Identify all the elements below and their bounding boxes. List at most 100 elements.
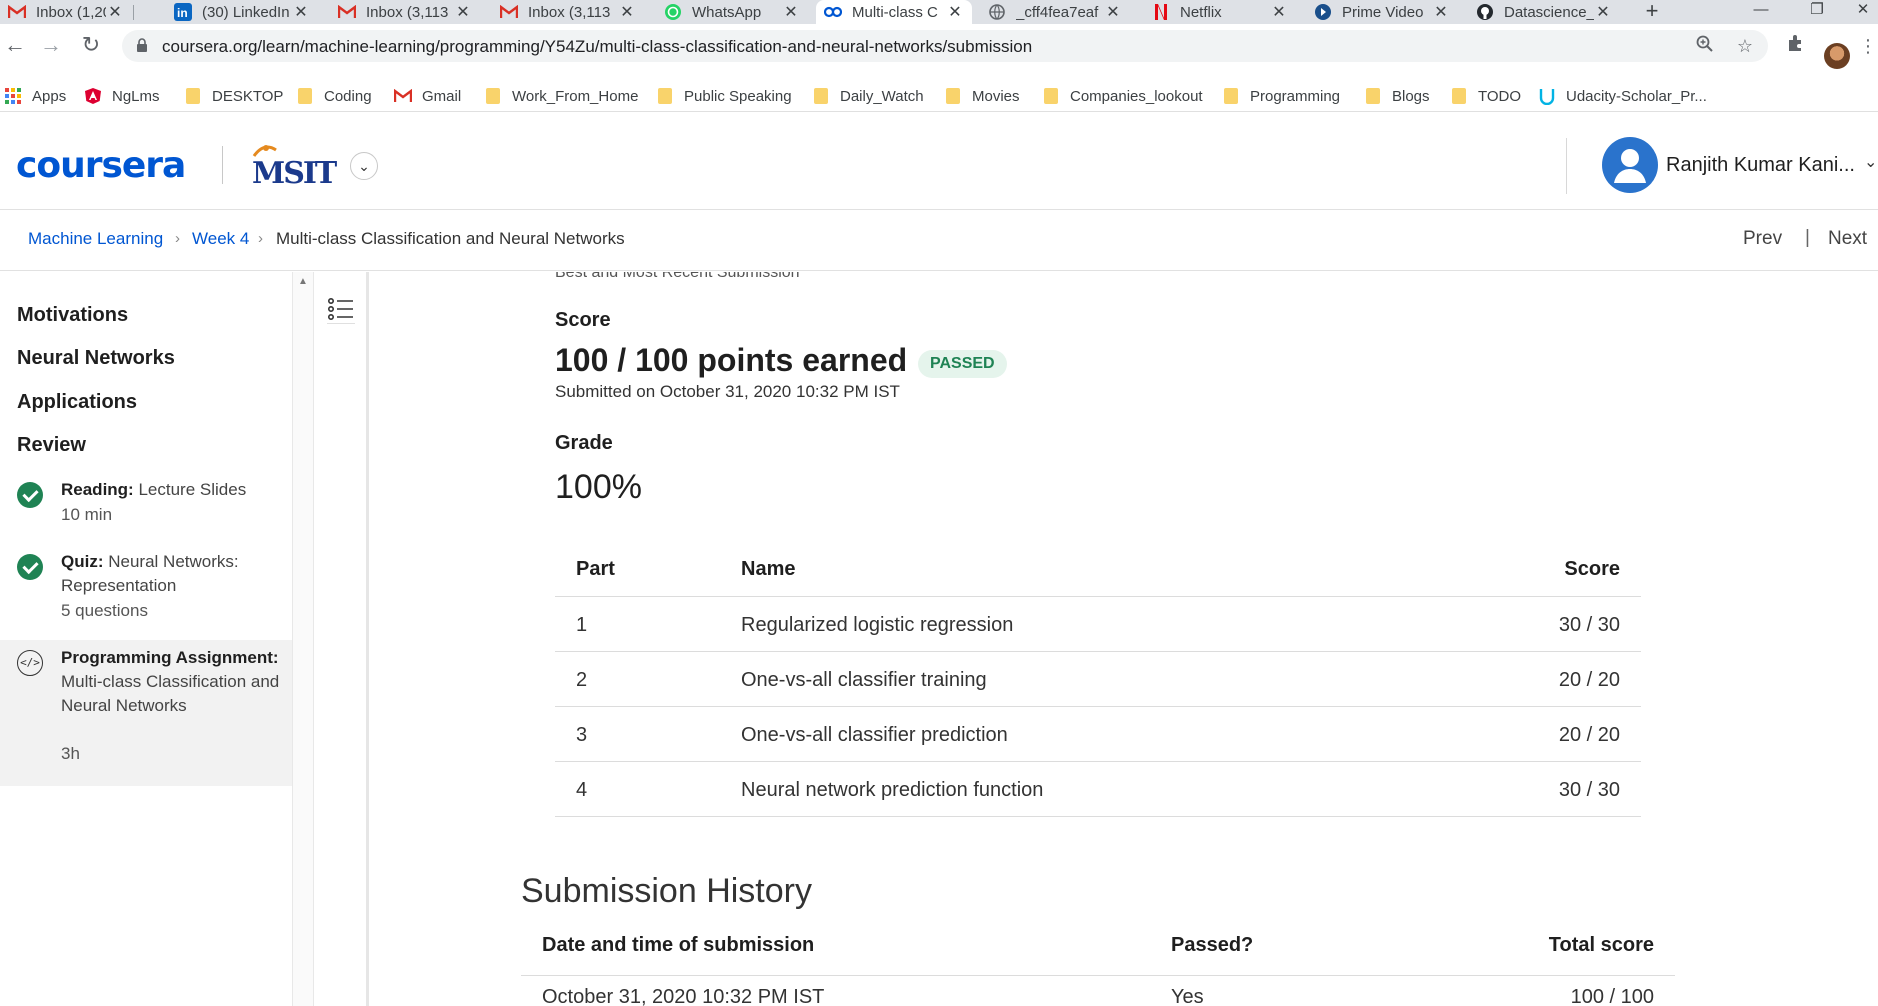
user-avatar[interactable] xyxy=(1602,137,1658,193)
close-icon[interactable]: ✕ xyxy=(618,2,636,22)
column-header: Passed? xyxy=(1171,934,1254,956)
close-icon[interactable]: ✕ xyxy=(1270,2,1288,22)
bookmark-companies-lookout[interactable]: Companies_lookout xyxy=(1044,84,1203,108)
browser-menu-icon[interactable]: ⋮ xyxy=(1858,34,1878,58)
user-name[interactable]: Ranjith Kumar Kani... xyxy=(1666,154,1855,177)
bookmark-nglms[interactable]: NgLms xyxy=(84,84,160,108)
partner-logo[interactable]: MSIT xyxy=(252,142,337,191)
extensions-icon[interactable] xyxy=(1783,34,1807,58)
browser-tab[interactable]: Inbox (3,113 ✕ xyxy=(330,0,480,24)
browser-tab[interactable]: Datascience_ ✕ xyxy=(1468,0,1620,24)
submission-passed: Yes xyxy=(1171,986,1204,1006)
bookmark-apps[interactable]: Apps xyxy=(4,84,66,108)
sidebar-item-reading[interactable]: Reading: Lecture Slides 10 min xyxy=(0,472,292,544)
bookmark-blogs[interactable]: Blogs xyxy=(1366,84,1430,108)
close-icon[interactable]: ✕ xyxy=(1104,2,1122,22)
bookmark-programming[interactable]: Programming xyxy=(1224,84,1340,108)
scroll-up-icon[interactable]: ▲ xyxy=(298,276,308,287)
bookmark-label: Udacity-Scholar_Pr... xyxy=(1566,87,1707,105)
coursera-logo[interactable]: coursera xyxy=(16,145,186,186)
new-tab-button[interactable]: + xyxy=(1640,0,1664,24)
sidebar-section-neural-networks[interactable]: Neural Networks xyxy=(17,347,175,370)
browser-tab[interactable]: Netflix ✕ xyxy=(1144,0,1296,24)
close-icon[interactable]: ✕ xyxy=(292,2,310,22)
prime-video-icon xyxy=(1314,3,1332,21)
browser-tab-strip: Inbox (1,204 ✕ in (30) LinkedIn ✕ Inbox … xyxy=(0,0,1878,24)
bookmark-star-icon[interactable]: ☆ xyxy=(1734,35,1756,57)
close-icon[interactable]: ✕ xyxy=(782,2,800,22)
folder-icon xyxy=(814,88,828,104)
breadcrumb-course[interactable]: Machine Learning xyxy=(28,229,163,249)
browser-toolbar: ← → ↻ coursera.org/learn/machine-learnin… xyxy=(0,24,1878,66)
tab-title: (30) LinkedIn xyxy=(202,3,290,21)
restore-button[interactable]: ❐ xyxy=(1792,0,1842,24)
svg-text:in: in xyxy=(177,6,188,20)
address-bar[interactable]: coursera.org/learn/machine-learning/prog… xyxy=(122,30,1768,62)
sidebar-scrollbar[interactable]: ▲ xyxy=(292,272,314,1006)
coursera-icon xyxy=(824,3,842,21)
part-score: 30 / 30 xyxy=(1558,614,1620,636)
close-icon[interactable]: ✕ xyxy=(106,2,124,22)
bookmark-public-speaking[interactable]: Public Speaking xyxy=(658,84,792,108)
tab-title: Inbox (3,113 xyxy=(528,3,611,21)
folder-icon xyxy=(486,88,500,104)
table-header: Date and time of submission Passed? Tota… xyxy=(521,920,1675,976)
bookmark-label: Blogs xyxy=(1392,87,1430,105)
org-switcher-button[interactable]: ⌄ xyxy=(350,152,378,180)
browser-tab[interactable]: in (30) LinkedIn ✕ xyxy=(166,0,318,24)
breadcrumb-week[interactable]: Week 4 xyxy=(192,229,249,249)
close-window-button[interactable]: ✕ xyxy=(1848,0,1878,24)
minimize-button[interactable]: — xyxy=(1736,0,1786,24)
browser-tab[interactable]: Inbox (1,204 ✕ xyxy=(0,0,132,24)
sidebar-item-meta: 3h xyxy=(61,744,80,763)
forward-button[interactable]: → xyxy=(36,30,66,60)
gmail-icon xyxy=(338,3,356,21)
browser-profile-avatar[interactable] xyxy=(1824,43,1850,69)
part-score: 20 / 20 xyxy=(1558,724,1620,746)
list-icon[interactable] xyxy=(327,296,355,324)
bookmark-desktop[interactable]: DESKTOP xyxy=(186,84,283,108)
browser-tab[interactable]: WhatsApp ✕ xyxy=(656,0,808,24)
bookmark-label: Gmail xyxy=(422,87,462,105)
close-icon[interactable]: ✕ xyxy=(454,2,472,22)
sidebar-section-applications[interactable]: Applications xyxy=(17,391,137,414)
sidebar-section-motivations[interactable]: Motivations xyxy=(17,304,128,327)
bookmark-gmail[interactable]: Gmail xyxy=(394,84,461,108)
part-number: 4 xyxy=(576,779,588,801)
table-row[interactable]: October 31, 2020 10:32 PM IST Yes 100 / … xyxy=(521,976,1675,1006)
bookmark-movies[interactable]: Movies xyxy=(946,84,1020,108)
bookmark-udacity[interactable]: Udacity-Scholar_Pr... xyxy=(1538,84,1707,108)
bookmark-label: DESKTOP xyxy=(212,87,284,105)
sidebar-item-programming-assignment[interactable]: </> Programming Assignment: Multi-class … xyxy=(0,640,292,786)
course-sidebar: Motivations Neural Networks Applications… xyxy=(0,272,292,1006)
folder-icon xyxy=(1224,88,1238,104)
close-icon[interactable]: ✕ xyxy=(1432,2,1450,22)
bookmark-work-from-home[interactable]: Work_From_Home xyxy=(486,84,638,108)
browser-tab-active[interactable]: Multi-class C ✕ xyxy=(816,0,972,24)
prev-button[interactable]: Prev xyxy=(1743,228,1782,250)
sidebar-item-meta: 5 questions xyxy=(61,601,148,620)
sidebar-section-review[interactable]: Review xyxy=(17,434,86,457)
points-earned: 100 / 100 points earned xyxy=(555,342,908,378)
browser-tab[interactable]: Inbox (3,113 ✕ xyxy=(492,0,644,24)
browser-tab[interactable]: _cff4fea7eaf ✕ xyxy=(980,0,1130,24)
column-header: Score xyxy=(1564,558,1620,580)
sidebar-item-quiz[interactable]: Quiz: Neural Networks: Representation 5 … xyxy=(0,544,292,640)
tab-title: Netflix xyxy=(1180,3,1222,21)
zoom-icon[interactable] xyxy=(1694,35,1716,57)
sidebar-item-label: Reading: Lecture Slides xyxy=(61,480,247,499)
reload-button[interactable]: ↻ xyxy=(76,30,106,60)
close-icon[interactable]: ✕ xyxy=(1594,2,1612,22)
tab-title: Inbox (3,113 xyxy=(366,3,449,21)
chevron-down-icon[interactable]: ⌄ xyxy=(1864,152,1877,172)
next-button[interactable]: Next xyxy=(1828,228,1867,250)
tab-title: Prime Video xyxy=(1342,3,1424,21)
bookmark-coding[interactable]: Coding xyxy=(298,84,372,108)
angular-icon xyxy=(84,87,102,105)
back-button[interactable]: ← xyxy=(0,30,30,60)
site-header: coursera MSIT ⌄ Ranjith Kumar Kani... ⌄ xyxy=(0,112,1878,210)
bookmark-todo[interactable]: TODO xyxy=(1452,84,1521,108)
close-icon[interactable]: ✕ xyxy=(946,2,964,22)
browser-tab[interactable]: Prime Video ✕ xyxy=(1306,0,1458,24)
bookmark-daily-watch[interactable]: Daily_Watch xyxy=(814,84,924,108)
